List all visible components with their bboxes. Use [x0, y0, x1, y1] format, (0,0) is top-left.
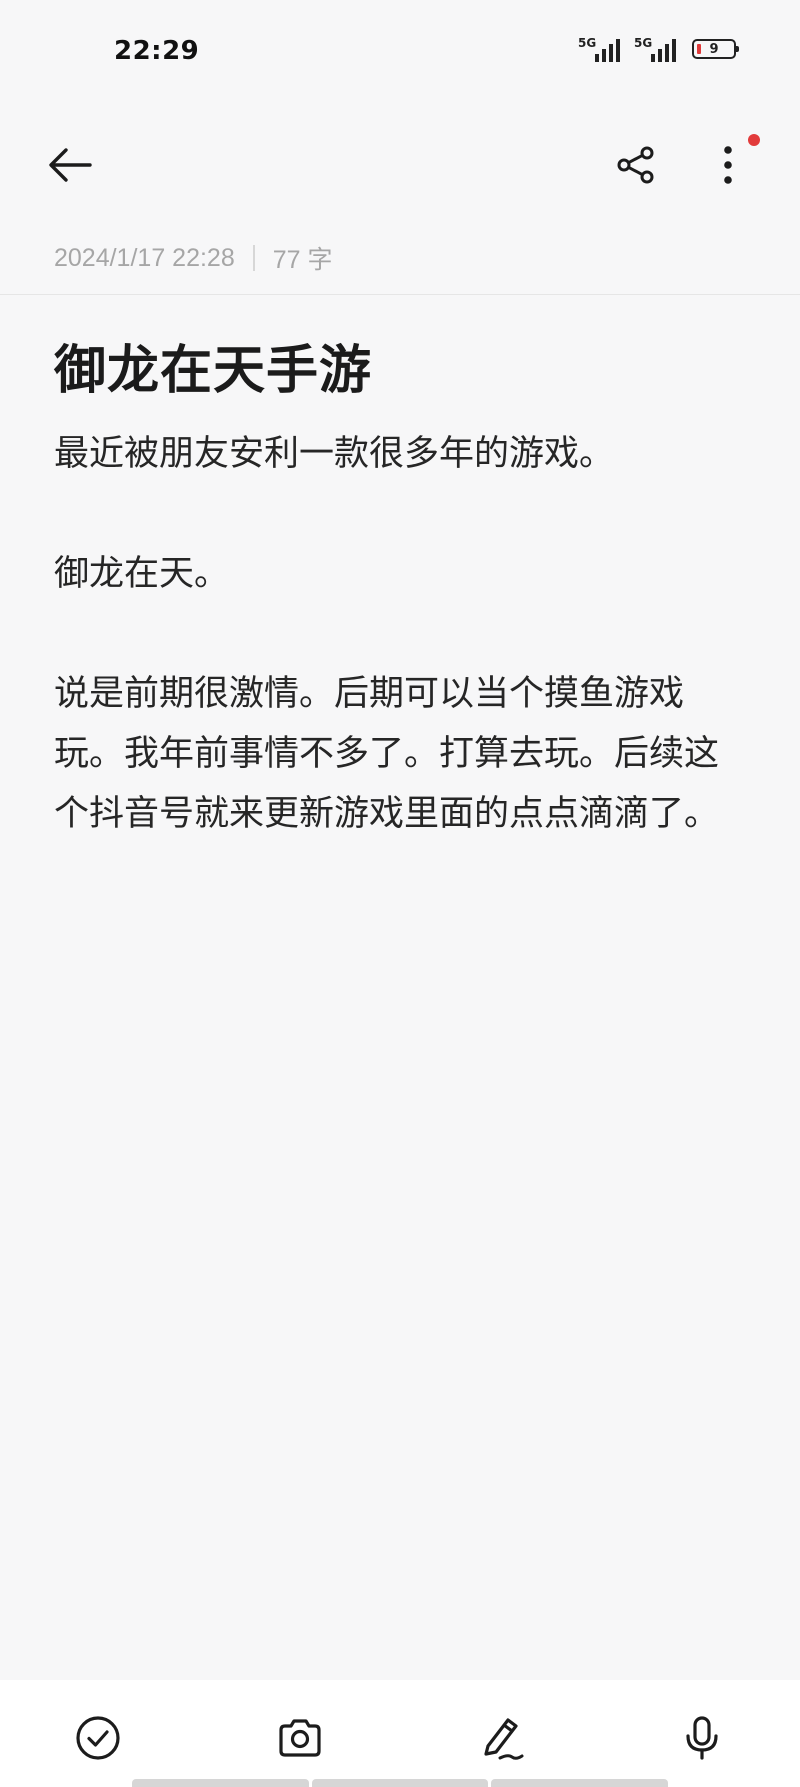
status-icons: 5G 5G 9 — [574, 34, 739, 64]
note-meta: 2024/1/17 22:28 77 字 — [54, 240, 333, 276]
note-word-count: 77 字 — [272, 246, 333, 274]
home-indicator[interactable] — [132, 1779, 669, 1787]
share-icon — [617, 146, 654, 184]
top-toolbar — [0, 120, 800, 210]
more-vertical-icon — [724, 146, 732, 184]
checklist-button[interactable] — [68, 1708, 128, 1768]
check-circle-icon — [76, 1716, 120, 1760]
camera-icon — [279, 1719, 321, 1757]
arrow-left-icon — [49, 148, 92, 182]
camera-button[interactable] — [270, 1708, 330, 1768]
pen-icon — [484, 1718, 524, 1760]
note-paragraph: 最近被朋友安利一款很多年的游戏。 — [54, 434, 615, 474]
note-paragraph: 说是前期很激情。后期可以当个摸鱼游戏玩。我年前事情不多了。打算去玩。后续这个抖音… — [54, 674, 720, 834]
battery-level-fill — [697, 44, 701, 54]
note-body[interactable]: 最近被朋友安利一款很多年的游戏。 御龙在天。 说是前期很激情。后期可以当个摸鱼游… — [54, 424, 746, 844]
battery-icon: 9 — [692, 39, 739, 59]
signal-label: 5G — [634, 36, 653, 50]
signal-icon: 5G — [574, 34, 620, 64]
share-button[interactable] — [604, 133, 668, 197]
status-bar: 22:29 5G 5G 9 — [0, 0, 800, 100]
meta-separator — [252, 245, 255, 271]
note-title[interactable]: 御龙在天手游 — [54, 328, 372, 403]
note-date: 2024/1/17 22:28 — [54, 243, 235, 272]
note-paragraph: 御龙在天。 — [54, 554, 230, 594]
back-button[interactable] — [38, 133, 102, 197]
notification-dot — [748, 134, 760, 146]
handwriting-button[interactable] — [472, 1708, 532, 1768]
battery-level: 9 — [709, 41, 719, 57]
voice-input-button[interactable] — [672, 1708, 732, 1768]
microphone-icon — [686, 1716, 718, 1760]
header-divider — [0, 294, 800, 295]
status-time: 22:29 — [114, 36, 200, 66]
signal-label: 5G — [578, 36, 597, 50]
signal-icon: 5G — [630, 34, 676, 64]
